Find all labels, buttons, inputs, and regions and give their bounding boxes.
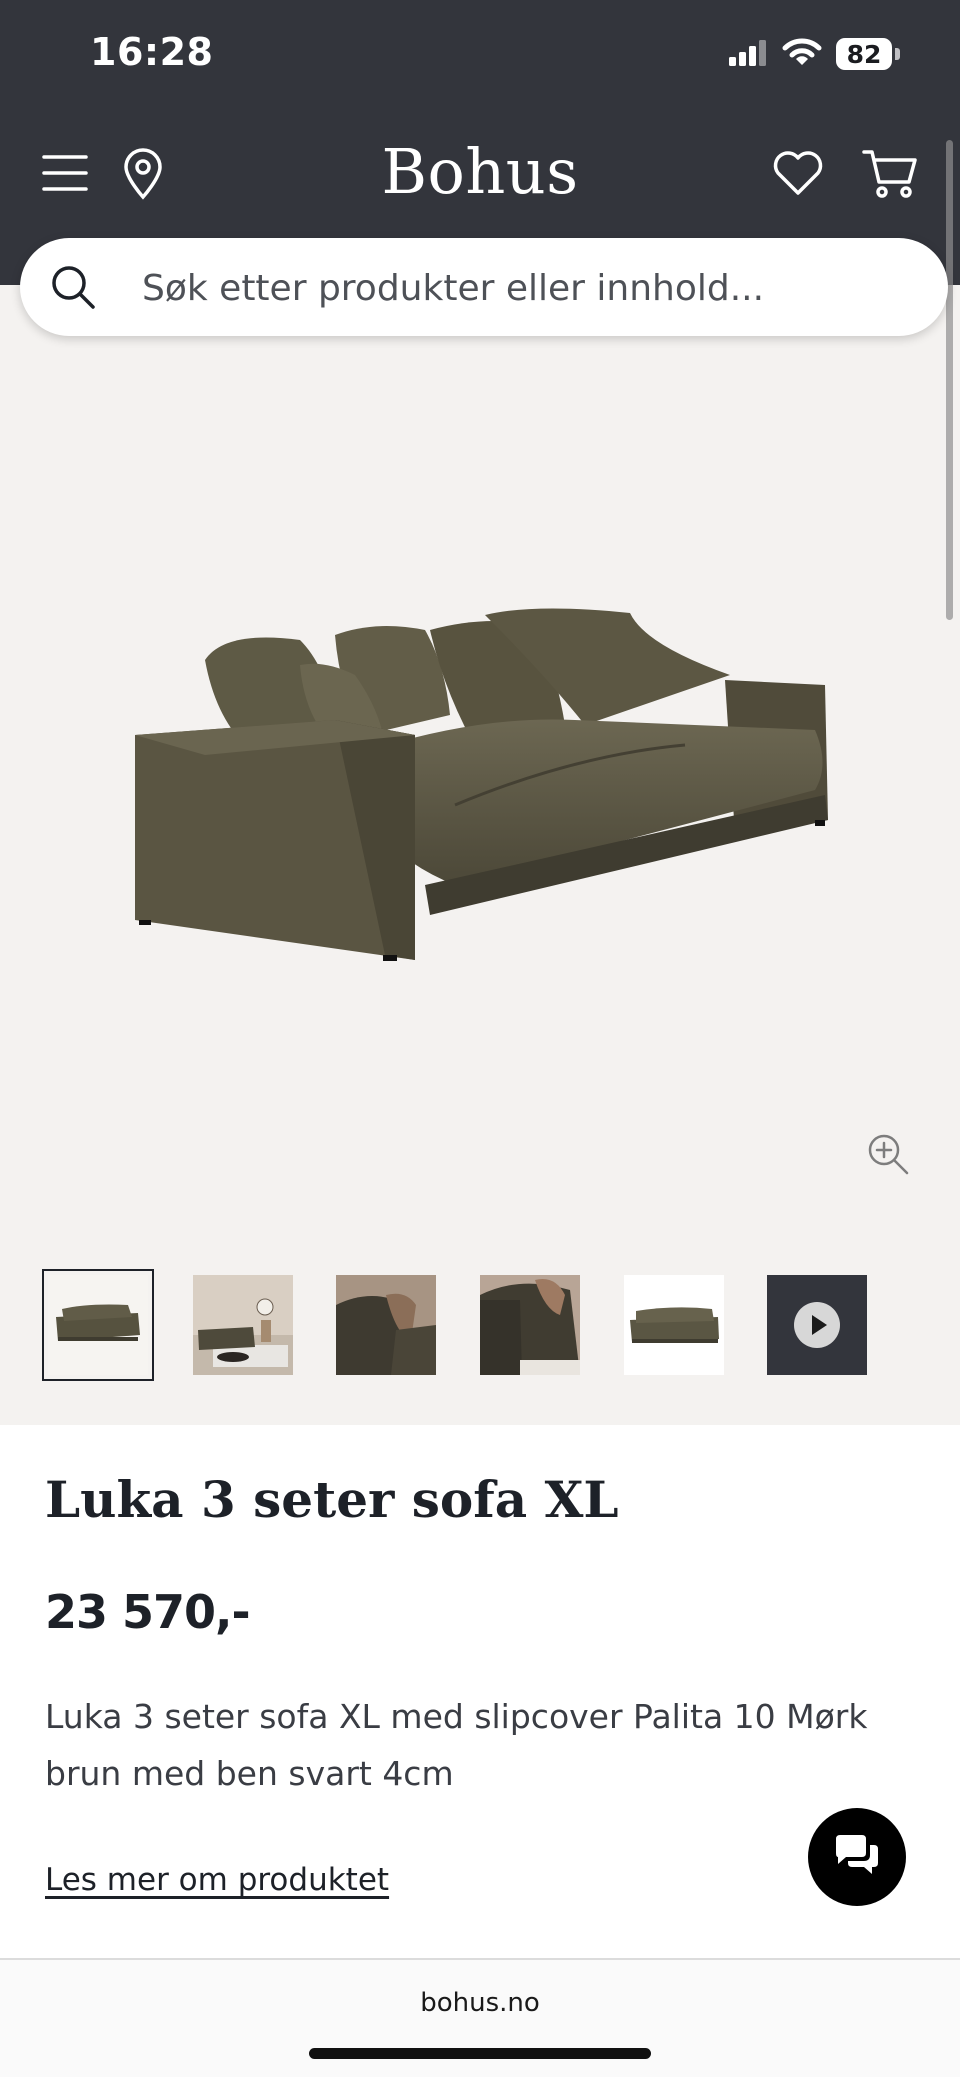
- chat-button[interactable]: [808, 1808, 906, 1906]
- chat-bubbles-icon: [832, 1833, 882, 1881]
- wifi-icon: [782, 37, 822, 71]
- search-input[interactable]: [140, 255, 844, 321]
- brand-logo[interactable]: Bohus: [380, 135, 580, 208]
- sofa-product-image[interactable]: [125, 605, 840, 965]
- cellular-signal-icon: [728, 38, 768, 70]
- hamburger-menu-icon[interactable]: [40, 148, 90, 198]
- thumbnail-living-room[interactable]: [193, 1275, 293, 1375]
- browser-url[interactable]: bohus.no: [0, 1988, 960, 2018]
- product-price: 23 570,-: [45, 1585, 251, 1639]
- product-description: Luka 3 seter sofa XL med slipcover Palit…: [45, 1697, 868, 1793]
- zoom-in-icon[interactable]: [866, 1132, 910, 1180]
- battery-tip: [895, 48, 900, 60]
- thumbnail-sofa-side[interactable]: [624, 1275, 724, 1375]
- heart-icon[interactable]: [770, 148, 826, 198]
- read-more-link[interactable]: Les mer om produktet: [45, 1862, 389, 1898]
- thumbnail-video[interactable]: [767, 1275, 867, 1375]
- thumbnail-armrest-closeup[interactable]: [480, 1275, 580, 1375]
- search-icon[interactable]: [50, 264, 96, 314]
- home-indicator[interactable]: [309, 2048, 651, 2059]
- thumbnail-sofa-front[interactable]: [42, 1269, 154, 1381]
- page-scrollbar[interactable]: [946, 140, 953, 620]
- play-icon: [793, 1301, 841, 1353]
- thumbnail-cushions-closeup[interactable]: [336, 1275, 436, 1375]
- map-pin-icon[interactable]: [118, 146, 168, 202]
- product-title: Luka 3 seter sofa XL: [45, 1470, 619, 1529]
- shopping-cart-icon[interactable]: [860, 146, 920, 202]
- battery-indicator: 82: [836, 38, 892, 70]
- browser-url-bar[interactable]: [0, 1960, 960, 2077]
- status-time: 16:28: [90, 30, 214, 74]
- status-icons: 82: [728, 36, 900, 72]
